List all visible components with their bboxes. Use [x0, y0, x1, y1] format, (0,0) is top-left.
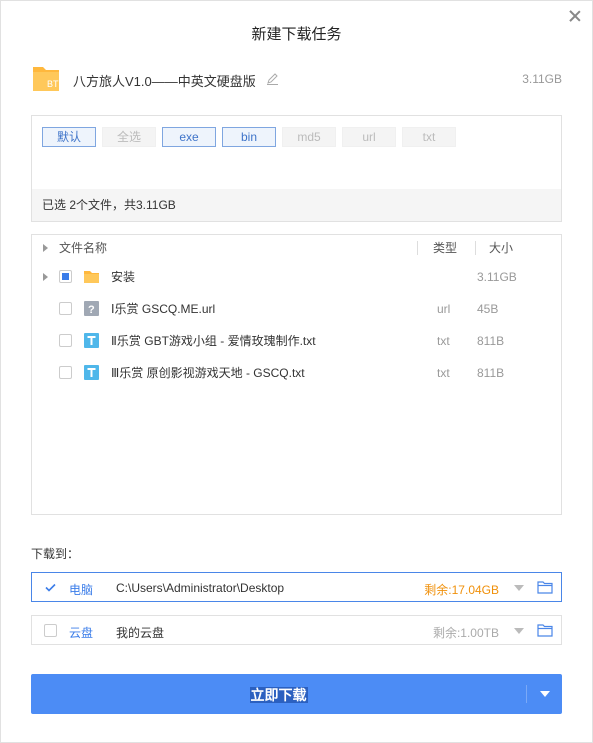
file-list: 文件名称 类型 大小 安装 3.11GB? Ⅰ乐赏 GSCQ.ME.url url 45… — [31, 234, 562, 515]
chevron-down-icon[interactable] — [514, 585, 524, 591]
file-size: 811B — [477, 334, 505, 348]
task-row: BT 八方旅人V1.0——中英文硬盘版 3.11GB — [31, 63, 562, 93]
new-download-dialog: 新建下载任务 BT 八方旅人V1.0——中英文硬盘版 3.11GB 默认 全选 ex… — [0, 0, 593, 743]
filter-tag-3[interactable]: bin — [222, 127, 276, 147]
filter-tag-2[interactable]: exe — [162, 127, 216, 147]
text-file-icon — [84, 365, 99, 380]
destination-path[interactable]: C:\Users\Administrator\Desktop — [116, 581, 284, 595]
svg-text:BT: BT — [47, 79, 59, 89]
destination-computer[interactable]: 电脑 C:\Users\Administrator\Desktop 剩余:17.04… — [31, 572, 562, 602]
filter-panel: 默认 全选 exe bin md5 url txt 已选 2个文件，共3.11GB — [31, 115, 562, 222]
expand-icon[interactable] — [43, 273, 48, 281]
file-checkbox[interactable] — [59, 366, 72, 379]
task-name: 八方旅人V1.0——中英文硬盘版 — [73, 74, 256, 89]
file-size: 3.11GB — [477, 270, 517, 284]
destination-name: 电脑 — [69, 583, 94, 597]
filter-tags: 默认 全选 exe bin md5 url txt — [42, 127, 462, 147]
file-checkbox[interactable] — [59, 302, 72, 315]
filter-tag-6[interactable]: txt — [402, 127, 456, 147]
file-type: txt — [437, 366, 450, 380]
download-now-label: 立即下载 — [249, 687, 308, 703]
file-size: 811B — [477, 366, 505, 380]
file-type: txt — [437, 334, 450, 348]
file-name: Ⅲ乐赏 原创影视游戏天地 - GSCQ.txt — [111, 366, 305, 380]
download-options-dropdown-icon[interactable] — [540, 691, 550, 697]
file-list-header: 文件名称 类型 大小 — [32, 235, 561, 261]
column-divider[interactable] — [417, 241, 418, 255]
free-space: 剩余:1.00TB — [432, 626, 499, 640]
chevron-down-icon[interactable] — [514, 628, 524, 634]
file-name: 安装 — [111, 270, 136, 284]
file-row[interactable]: 安装 3.11GB — [32, 264, 561, 290]
file-checkbox[interactable] — [59, 270, 72, 283]
button-divider — [526, 685, 527, 703]
header-size[interactable]: 大小 — [489, 235, 513, 261]
header-name[interactable]: 文件名称 — [59, 235, 107, 261]
file-row[interactable]: Ⅱ乐赏 GBT游戏小组 - 爱情玫瑰制作.txt txt 811B — [32, 328, 561, 354]
close-icon[interactable] — [568, 9, 582, 23]
destination-name: 云盘 — [69, 626, 94, 640]
destination-path[interactable]: 我的云盘 — [116, 624, 164, 641]
file-type: url — [437, 302, 451, 316]
selection-summary: 已选 2个文件，共3.11GB — [32, 189, 561, 221]
download-to-label: 下载到： — [31, 547, 80, 561]
download-now-button[interactable]: 立即下载 — [31, 674, 562, 714]
destination-checkbox[interactable] — [44, 624, 57, 637]
folder-browse-icon[interactable] — [537, 580, 553, 594]
filter-tag-5[interactable]: url — [342, 127, 396, 147]
filter-tag-0[interactable]: 默认 — [42, 127, 96, 147]
file-name: Ⅰ乐赏 GSCQ.ME.url — [111, 302, 216, 316]
filter-tag-1[interactable]: 全选 — [102, 127, 156, 147]
file-checkbox[interactable] — [59, 334, 72, 347]
column-divider[interactable] — [475, 241, 476, 255]
file-row[interactable]: ? Ⅰ乐赏 GSCQ.ME.url url 45B — [32, 296, 561, 322]
file-size: 45B — [477, 302, 499, 316]
header-type[interactable]: 类型 — [433, 235, 457, 261]
expand-all-icon[interactable] — [43, 244, 48, 252]
bt-file-icon: BT — [33, 67, 59, 91]
svg-text:?: ? — [88, 304, 95, 316]
free-space: 剩余:17.04GB — [424, 583, 499, 597]
folder-browse-icon[interactable] — [537, 623, 553, 637]
edit-icon[interactable] — [266, 72, 279, 85]
dialog-title: 新建下载任务 — [251, 26, 342, 43]
unknown-file-icon: ? — [84, 301, 99, 316]
filter-tag-4[interactable]: md5 — [282, 127, 336, 147]
text-file-icon — [84, 333, 99, 348]
file-row[interactable]: Ⅲ乐赏 原创影视游戏天地 - GSCQ.txt txt 811B — [32, 360, 561, 386]
destination-cloud[interactable]: 云盘 我的云盘 剩余:1.00TB — [31, 615, 562, 645]
file-name: Ⅱ乐赏 GBT游戏小组 - 爱情玫瑰制作.txt — [111, 334, 316, 348]
folder-icon — [84, 271, 99, 283]
destination-checkbox[interactable] — [44, 581, 57, 594]
task-size: 3.11GB — [522, 72, 562, 86]
